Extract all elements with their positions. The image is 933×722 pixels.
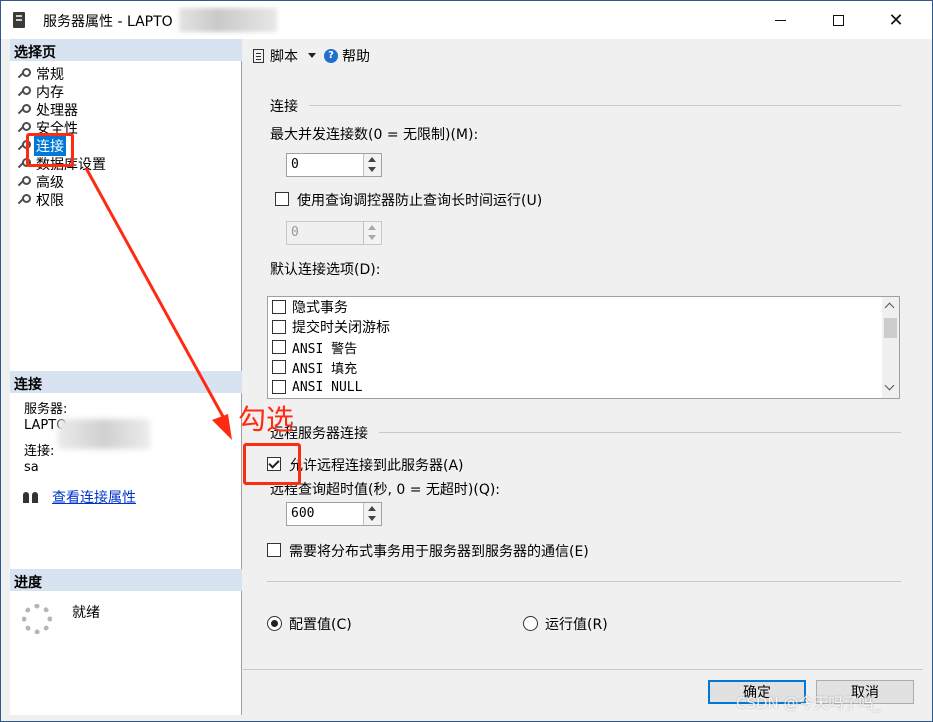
spin-up-icon[interactable] (368, 506, 376, 511)
view-connection-properties-row[interactable]: 查看连接属性 (22, 487, 136, 507)
remote-timeout-label: 远程查询超时值(秒, 0 = 无超时)(Q): (270, 482, 501, 498)
list-item-cursor-close-on-commit[interactable]: 提交时关闭游标 (268, 317, 899, 337)
view-connection-properties-link[interactable]: 查看连接属性 (52, 487, 136, 507)
list-scrollbar[interactable] (882, 297, 899, 398)
toolbar: 脚本 ? 帮助 (243, 39, 923, 72)
page-item-processors[interactable]: 处理器 (16, 101, 108, 119)
redacted-title-blur (179, 8, 277, 32)
distributed-transactions-label: 需要将分布式事务用于服务器到服务器的通信(E) (289, 544, 589, 560)
help-button[interactable]: 帮助 (342, 46, 370, 66)
page-item-memory[interactable]: 内存 (16, 83, 108, 101)
script-button[interactable]: 脚本 (270, 46, 298, 66)
wrench-icon (16, 176, 31, 188)
script-dropdown-icon[interactable] (308, 53, 316, 58)
option-checkbox[interactable] (272, 340, 286, 354)
minimize-button[interactable] (751, 1, 809, 39)
query-governor-checkbox[interactable] (275, 192, 289, 206)
max-connections-label: 最大并发连接数(0 = 无限制)(M): (270, 127, 479, 143)
spin-down-icon[interactable] (368, 167, 376, 172)
config-value-radio[interactable] (267, 616, 282, 631)
scroll-thumb[interactable] (884, 318, 897, 338)
remote-timeout-stepper[interactable]: 600 (286, 502, 382, 526)
max-connections-value: 0 (291, 157, 299, 172)
query-governor-value: 0 (291, 225, 299, 240)
minimize-icon (774, 19, 786, 21)
csdn-watermark: CSDN @今天吗了吗_ (736, 694, 882, 712)
list-item-ansi-warnings[interactable]: ANSI 警告 (268, 337, 899, 357)
list-item-implicit-transactions[interactable]: 隐式事务 (268, 297, 899, 317)
connection-header: 连接 (10, 371, 242, 393)
connections-group-title: 连接 (270, 99, 298, 115)
divider (379, 432, 901, 433)
close-button[interactable]: ✕ (867, 1, 925, 39)
option-checkbox[interactable] (272, 380, 286, 394)
page-item-advanced[interactable]: 高级 (16, 173, 108, 191)
scroll-up-icon[interactable] (884, 302, 895, 313)
wrench-icon (16, 122, 31, 134)
max-connections-stepper[interactable]: 0 (286, 153, 382, 177)
divider (309, 105, 901, 106)
progress-spinner-icon (22, 604, 52, 634)
query-governor-label: 使用查询调控器防止查询长时间运行(U) (297, 193, 543, 209)
maximize-button[interactable] (809, 1, 867, 39)
option-checkbox[interactable] (272, 360, 286, 374)
option-checkbox[interactable] (272, 320, 286, 334)
maximize-icon (832, 14, 844, 26)
annotation-box-allow-remote (243, 443, 301, 485)
remote-timeout-value: 600 (291, 506, 315, 521)
server-app-icon (13, 12, 25, 28)
distributed-transactions-checkbox[interactable] (267, 543, 281, 557)
title-bar: 服务器属性 - LAPTO ✕ (1, 1, 932, 39)
allow-remote-label: 允许远程连接到此服务器(A) (289, 458, 464, 474)
connections-page: 连接 最大并发连接数(0 = 无限制)(M): 0 使用查询调控器防止查询长时间… (243, 72, 923, 669)
list-item-ansi-padding[interactable]: ANSI 填充 (268, 357, 899, 377)
connection-properties-icon (22, 490, 42, 504)
wrench-icon (16, 86, 31, 98)
spin-down-icon[interactable] (368, 516, 376, 521)
spin-down-icon (368, 235, 376, 240)
progress-header: 进度 (10, 569, 242, 591)
server-label: 服务器: (24, 402, 68, 417)
help-icon: ? (324, 48, 338, 63)
default-options-list[interactable]: 隐式事务 提交时关闭游标 ANSI 警告 ANSI 填充 ANSI NULL (267, 296, 900, 399)
wrench-icon (16, 68, 31, 80)
default-options-label: 默认连接选项(D): (270, 262, 381, 278)
script-icon (253, 48, 264, 63)
connection-value: sa (24, 460, 39, 475)
annotation-text: 勾选 (238, 403, 295, 436)
query-governor-stepper: 0 (286, 221, 382, 245)
page-item-general[interactable]: 常规 (16, 65, 108, 83)
select-page-header: 选择页 (10, 39, 242, 61)
scroll-down-icon[interactable] (884, 380, 895, 391)
progress-status: 就绪 (72, 605, 100, 621)
spin-up-icon[interactable] (368, 157, 376, 162)
running-value-radio[interactable] (523, 616, 538, 631)
window-title: 服务器属性 - LAPTO (43, 14, 173, 30)
server-properties-dialog: 服务器属性 - LAPTO ✕ 选择页 常规 内存 处理器 安全性 连接 数据库… (0, 0, 933, 722)
annotation-box-connections (26, 133, 74, 167)
option-checkbox[interactable] (272, 300, 286, 314)
spin-up-icon (368, 225, 376, 230)
running-value-label: 运行值(R) (545, 617, 608, 633)
close-icon: ✕ (888, 9, 904, 31)
divider (267, 581, 901, 582)
wrench-icon (16, 104, 31, 116)
page-item-permissions[interactable]: 权限 (16, 191, 108, 209)
wrench-icon (16, 194, 31, 206)
redacted-server-blur (58, 419, 150, 449)
config-value-label: 配置值(C) (289, 617, 352, 633)
list-item-ansi-null[interactable]: ANSI NULL (268, 377, 899, 397)
